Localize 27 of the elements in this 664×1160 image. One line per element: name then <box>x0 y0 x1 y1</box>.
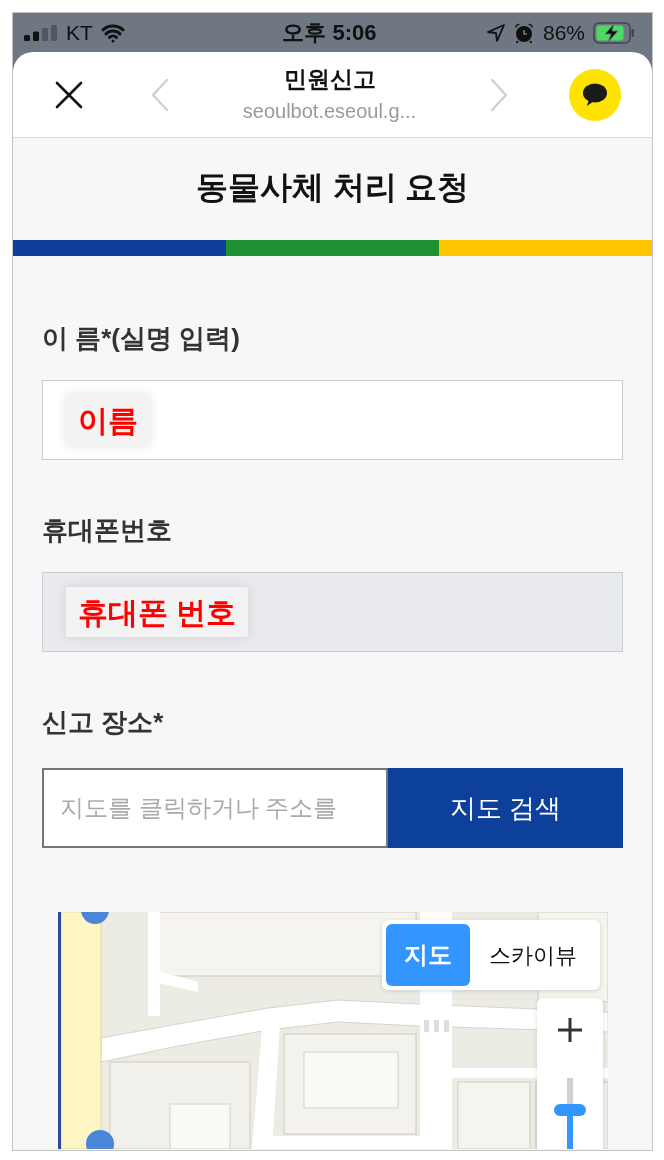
field-label: 휴대폰번호 <box>42 514 172 546</box>
battery-percent: 86% <box>542 19 585 46</box>
clock-time: 오후 5:06 <box>282 18 377 47</box>
signal-icon <box>24 24 58 41</box>
field-label: 이 름*(실명 입력) <box>42 322 240 354</box>
chevron-left-icon <box>150 77 170 112</box>
page-url: seoulbot.eseoul.g... <box>242 98 417 124</box>
address-input[interactable]: 지도를 클릭하거나 주소를 <box>42 768 388 848</box>
input-value: 휴대폰 번호 <box>66 587 249 637</box>
page-title: 민원신고 <box>283 64 376 93</box>
chat-button[interactable] <box>569 68 621 121</box>
alarm-clock-icon <box>512 21 535 44</box>
plus-icon <box>557 1017 583 1043</box>
close-button[interactable] <box>55 80 83 109</box>
close-icon <box>55 80 83 109</box>
text-input-field[interactable]: 이름 <box>42 380 623 460</box>
map-type-tab[interactable]: 지도 <box>386 924 470 986</box>
battery-charging-icon <box>593 21 635 44</box>
map-search-button[interactable]: 지도 검색 <box>388 768 623 848</box>
zoom-slider-thumb[interactable] <box>554 1104 586 1116</box>
speech-bubble-icon <box>582 82 608 107</box>
input-value: 이름 <box>66 395 150 445</box>
form-title: 동물사체 처리 요청 <box>195 168 470 207</box>
carrier-name: KT <box>66 19 93 46</box>
field-label: 신고 장소* <box>42 706 164 738</box>
chevron-right-icon <box>489 77 509 112</box>
location-arrow-icon <box>486 23 505 42</box>
